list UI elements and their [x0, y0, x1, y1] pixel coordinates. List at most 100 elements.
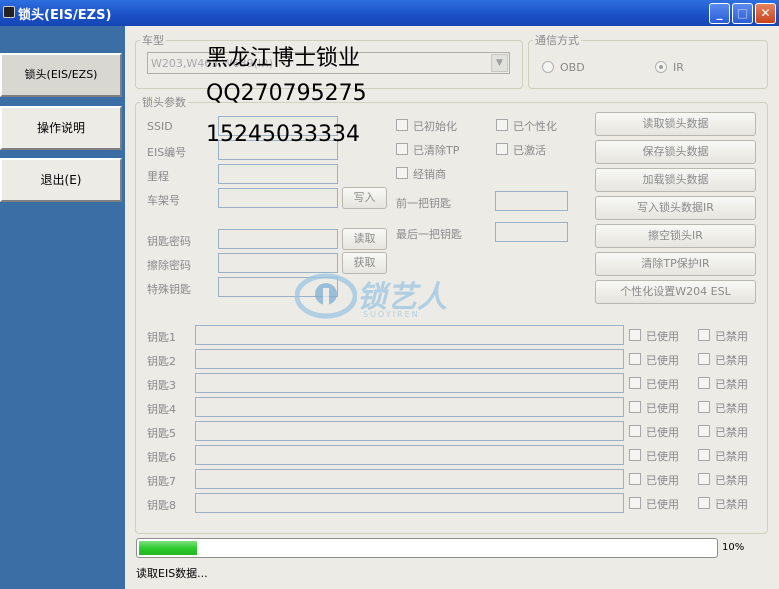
- label-erase-password: 擦除密码: [147, 259, 191, 272]
- key-disabled-label: 已禁用: [715, 426, 748, 439]
- check-initialized-label: 已初始化: [413, 120, 457, 133]
- save-lock-data-button[interactable]: 保存锁头数据: [595, 140, 756, 164]
- key-disabled-label: 已禁用: [715, 450, 748, 463]
- erase-lock-ir-button[interactable]: 擦空锁头IR: [595, 224, 756, 248]
- radio-obd-label: OBD: [560, 61, 585, 74]
- read-lock-data-button[interactable]: 读取锁头数据: [595, 112, 756, 136]
- radio-ir[interactable]: [655, 61, 667, 73]
- check-activated-label: 已激活: [513, 144, 546, 157]
- mileage-field[interactable]: [218, 164, 338, 184]
- key-disabled-label: 已禁用: [715, 474, 748, 487]
- clear-tp-protect-ir-button[interactable]: 清除TP保护IR: [595, 252, 756, 276]
- minimize-button[interactable]: _: [709, 3, 730, 24]
- key-used-label: 已使用: [646, 378, 679, 391]
- key-used-label: 已使用: [646, 450, 679, 463]
- key-disabled-checkbox[interactable]: [698, 473, 710, 485]
- key-used-label: 已使用: [646, 330, 679, 343]
- key-disabled-checkbox[interactable]: [698, 425, 710, 437]
- prev-key-field[interactable]: [495, 191, 568, 211]
- key-disabled-label: 已禁用: [715, 498, 748, 511]
- label-last-key: 最后一把钥匙: [396, 228, 462, 241]
- key-field[interactable]: [195, 397, 624, 417]
- last-key-field[interactable]: [495, 222, 568, 242]
- label-vin: 车架号: [147, 194, 180, 207]
- nav-button-eis[interactable]: 锁头(EIS/EZS): [0, 53, 122, 97]
- check-dealer[interactable]: [396, 167, 408, 179]
- key-disabled-label: 已禁用: [715, 378, 748, 391]
- personalize-w204-esl-button[interactable]: 个性化设置W204 ESL: [595, 280, 756, 304]
- load-lock-data-button[interactable]: 加载锁头数据: [595, 168, 756, 192]
- key-used-checkbox[interactable]: [629, 401, 641, 413]
- nav-button-exit[interactable]: 退出(E): [0, 158, 122, 202]
- overlay-phone: 15245033334: [206, 122, 360, 147]
- key-used-checkbox[interactable]: [629, 353, 641, 365]
- key-disabled-checkbox[interactable]: [698, 329, 710, 341]
- key-used-checkbox[interactable]: [629, 329, 641, 341]
- status-text: 读取EIS数据...: [136, 567, 208, 580]
- maximize-button[interactable]: □: [732, 3, 753, 24]
- comm-legend: 通信方式: [535, 34, 579, 47]
- key-used-checkbox[interactable]: [629, 449, 641, 461]
- params-legend: 锁头参数: [142, 96, 186, 109]
- chevron-down-icon[interactable]: ▼: [491, 54, 508, 72]
- key-used-label: 已使用: [646, 498, 679, 511]
- progress-fill: [139, 541, 197, 555]
- key-used-label: 已使用: [646, 426, 679, 439]
- key-label: 钥匙3: [147, 379, 176, 392]
- key-password-field[interactable]: [218, 229, 338, 249]
- check-personalized-label: 已个性化: [513, 120, 557, 133]
- key-label: 钥匙7: [147, 475, 176, 488]
- check-tp-cleared-label: 已清除TP: [413, 144, 460, 157]
- key-label: 钥匙4: [147, 403, 176, 416]
- read-button[interactable]: 读取: [342, 228, 387, 250]
- key-disabled-checkbox[interactable]: [698, 449, 710, 461]
- key-disabled-checkbox[interactable]: [698, 497, 710, 509]
- sidebar: 锁头(EIS/EZS) 操作说明 退出(E): [0, 26, 125, 589]
- watermark-sub: SUOYIREN: [363, 310, 420, 319]
- progress-percent: 10%: [722, 542, 745, 553]
- label-ssid: SSID: [147, 120, 173, 133]
- label-special-key: 特殊钥匙: [147, 283, 191, 296]
- label-key-password: 钥匙密码: [147, 235, 191, 248]
- key-disabled-checkbox[interactable]: [698, 401, 710, 413]
- label-eis-no: EIS编号: [147, 146, 187, 159]
- key-field[interactable]: [195, 421, 624, 441]
- check-activated[interactable]: [496, 143, 508, 155]
- key-used-checkbox[interactable]: [629, 473, 641, 485]
- key-used-label: 已使用: [646, 402, 679, 415]
- key-field[interactable]: [195, 469, 624, 489]
- key-label: 钥匙6: [147, 451, 176, 464]
- radio-obd[interactable]: [542, 61, 554, 73]
- check-personalized[interactable]: [496, 119, 508, 131]
- key-used-label: 已使用: [646, 354, 679, 367]
- key-disabled-label: 已禁用: [715, 354, 748, 367]
- write-button[interactable]: 写入: [342, 187, 387, 209]
- key-disabled-checkbox[interactable]: [698, 353, 710, 365]
- window-title: 锁头(EIS/EZS): [18, 8, 112, 23]
- nav-button-instructions[interactable]: 操作说明: [0, 106, 122, 150]
- key-used-label: 已使用: [646, 474, 679, 487]
- write-lock-data-ir-button[interactable]: 写入锁头数据IR: [595, 196, 756, 220]
- title-bar: 锁头(EIS/EZS) _ □ ✕: [0, 0, 779, 26]
- vehicle-legend: 车型: [142, 34, 164, 47]
- key-disabled-checkbox[interactable]: [698, 377, 710, 389]
- key-field[interactable]: [195, 493, 624, 513]
- vin-field[interactable]: [218, 188, 338, 208]
- key-field[interactable]: [195, 373, 624, 393]
- key-field[interactable]: [195, 349, 624, 369]
- label-mileage: 里程: [147, 170, 169, 183]
- key-field[interactable]: [195, 325, 624, 345]
- key-label: 钥匙2: [147, 355, 176, 368]
- check-tp-cleared[interactable]: [396, 143, 408, 155]
- check-initialized[interactable]: [396, 119, 408, 131]
- progress-bar: [136, 538, 718, 558]
- label-prev-key: 前一把钥匙: [396, 197, 451, 210]
- key-used-checkbox[interactable]: [629, 377, 641, 389]
- key-label: 钥匙8: [147, 499, 176, 512]
- radio-ir-label: IR: [673, 61, 684, 74]
- key-field[interactable]: [195, 445, 624, 465]
- key-used-checkbox[interactable]: [629, 497, 641, 509]
- key-disabled-label: 已禁用: [715, 330, 748, 343]
- close-button[interactable]: ✕: [755, 3, 776, 24]
- key-used-checkbox[interactable]: [629, 425, 641, 437]
